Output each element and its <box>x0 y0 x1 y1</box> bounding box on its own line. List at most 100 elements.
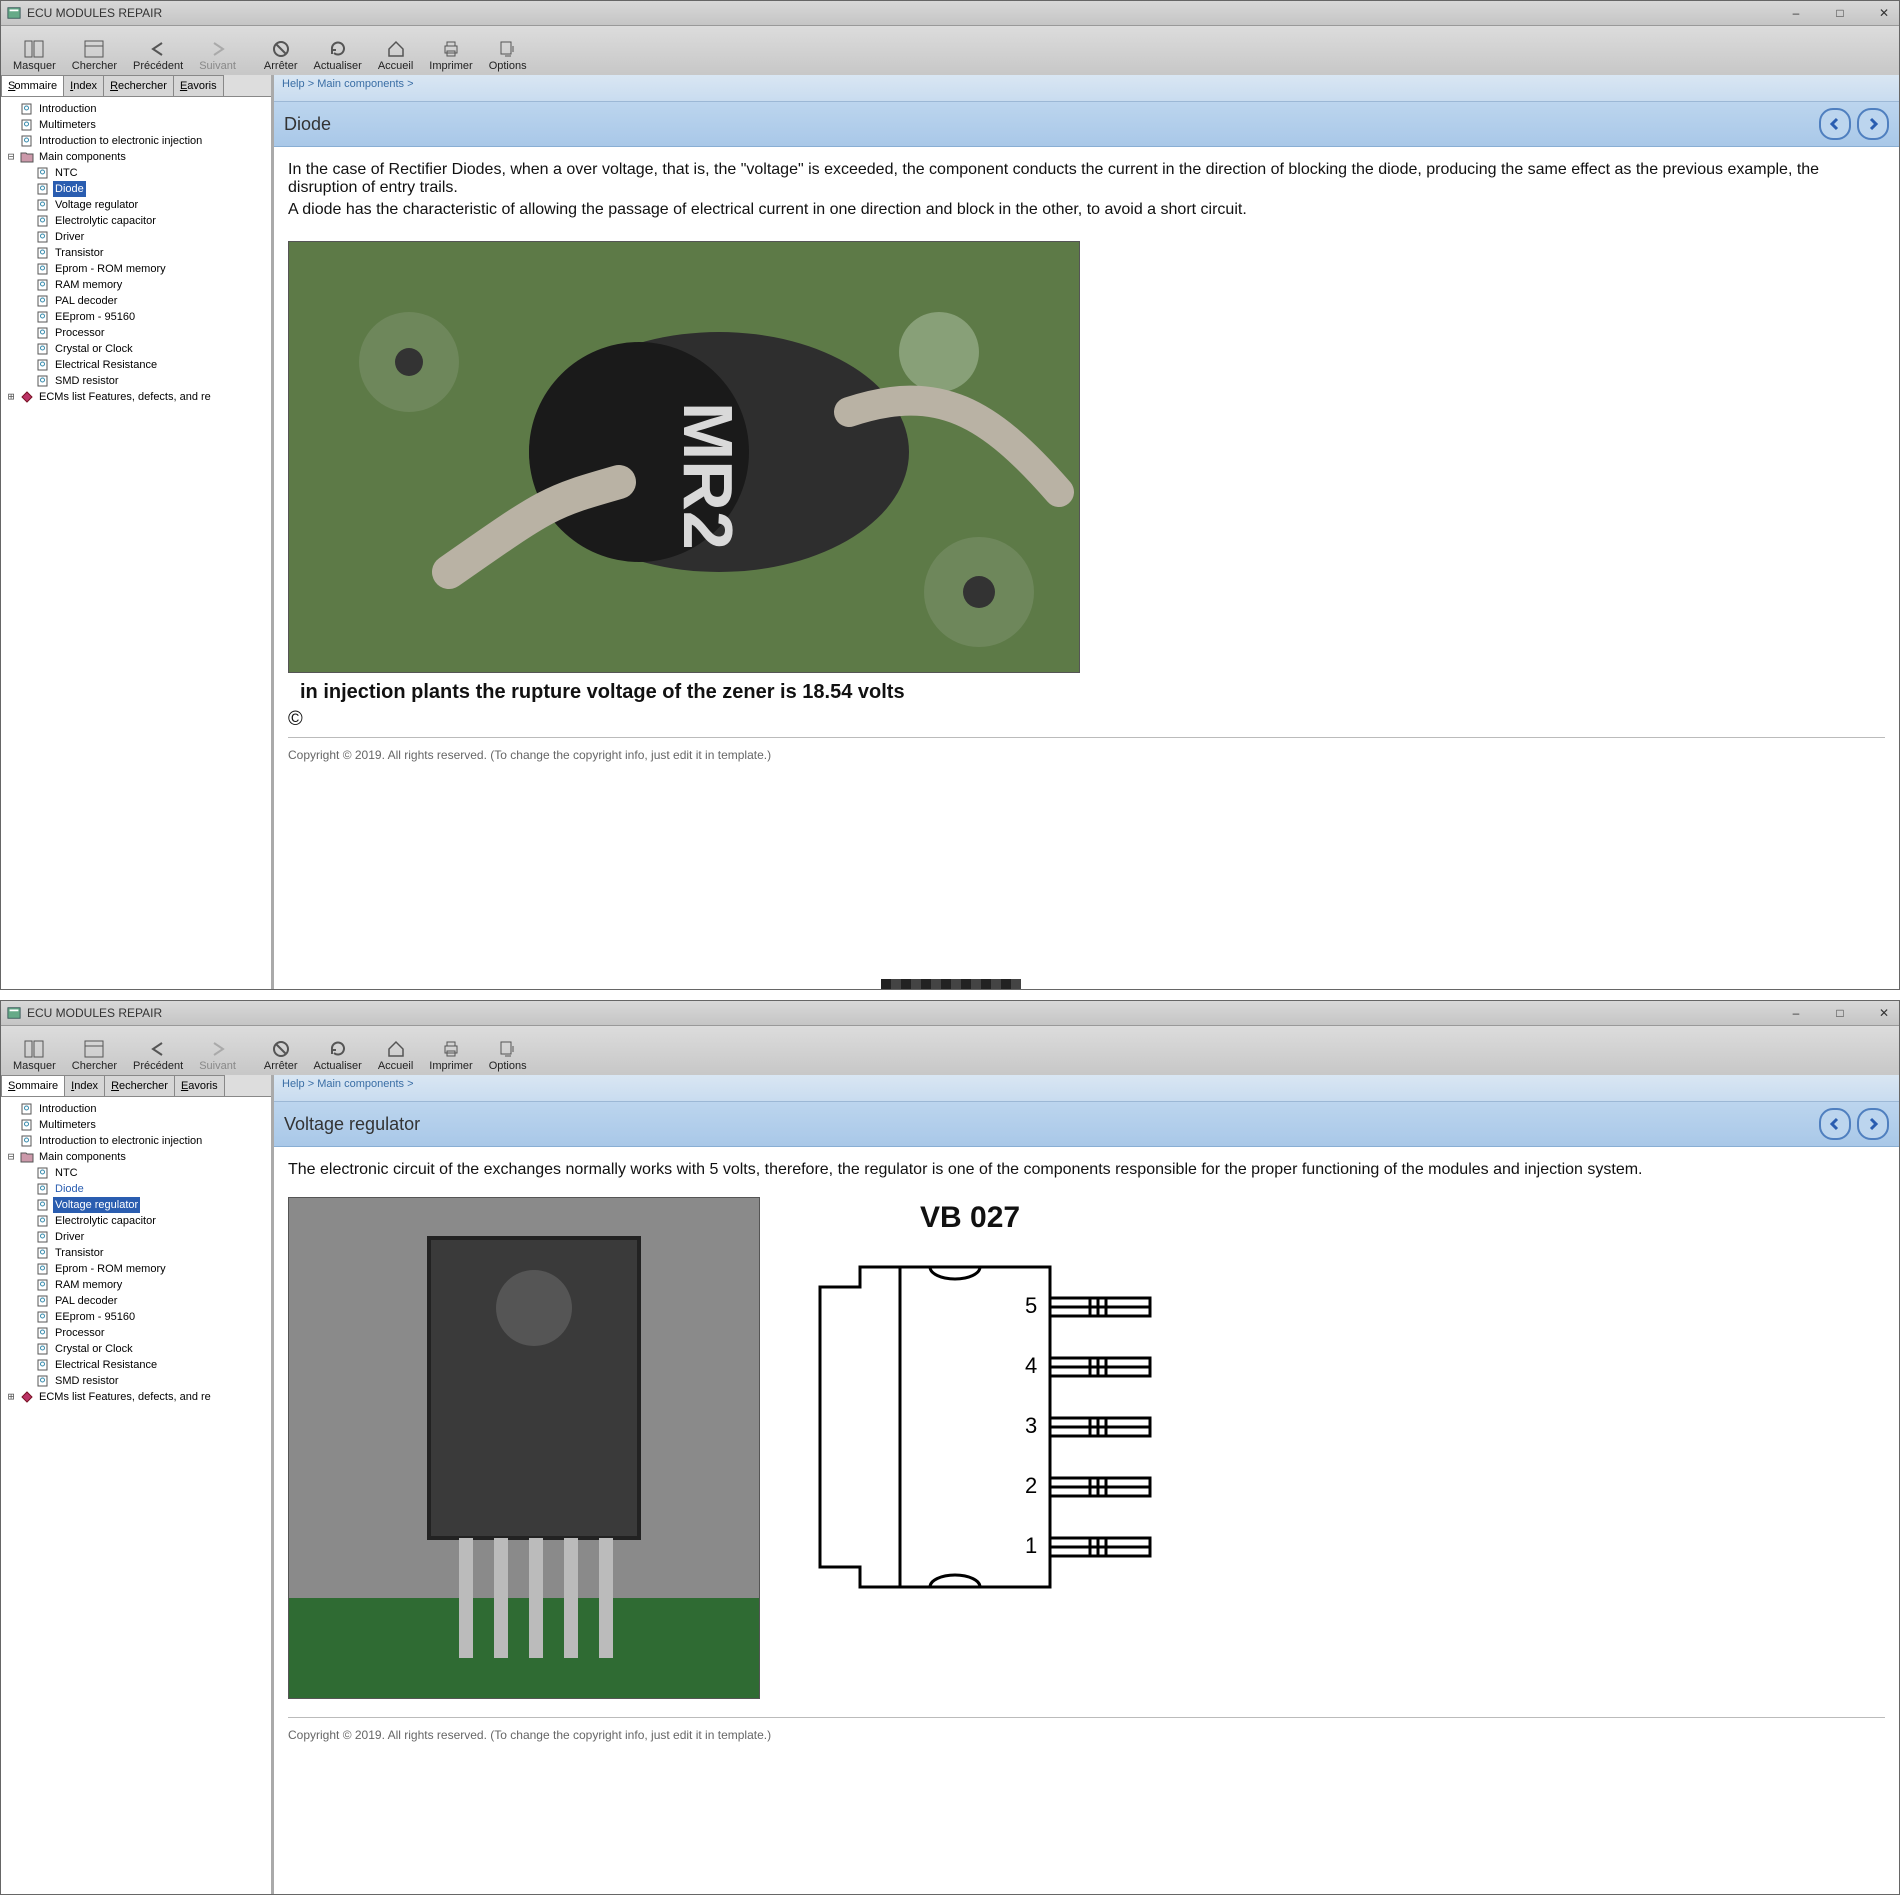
tree-item[interactable]: Transistor <box>19 245 269 261</box>
toolbar-print-button[interactable]: Imprimer <box>421 38 480 74</box>
tab-favoris[interactable]: Eavoris <box>174 1075 225 1096</box>
tree-item[interactable]: RAM memory <box>19 1277 269 1293</box>
next-topic-button[interactable] <box>1857 1108 1889 1140</box>
tree-item[interactable]: Electrical Resistance <box>19 357 269 373</box>
toolbar-options-button[interactable]: Options <box>481 38 535 74</box>
toolbar-home-button[interactable]: Accueil <box>370 38 421 74</box>
tree-item[interactable]: Eprom - ROM memory <box>19 261 269 277</box>
tree-item[interactable]: SMD resistor <box>19 373 269 389</box>
tree-item[interactable]: Electrical Resistance <box>19 1357 269 1373</box>
page-title-bar: Diode <box>274 102 1899 147</box>
print-icon <box>441 40 461 58</box>
window-close-button[interactable]: ✕ <box>1875 1006 1893 1020</box>
toolbar-back-button[interactable]: Précédent <box>125 1038 191 1074</box>
window-close-button[interactable]: ✕ <box>1875 6 1893 20</box>
svg-text:5: 5 <box>1025 1293 1037 1318</box>
hide-panel-icon <box>24 40 44 58</box>
prev-topic-button[interactable] <box>1819 1108 1851 1140</box>
paragraph: In the case of Rectifier Diodes, when a … <box>288 161 1885 197</box>
tree-item[interactable]: Diode <box>19 1181 269 1197</box>
tree-item[interactable]: ⊟Main components <box>3 1149 269 1165</box>
tree-item[interactable]: Multimeters <box>3 1117 269 1133</box>
window-maximize-button[interactable]: □ <box>1831 1006 1849 1020</box>
tree-item[interactable]: Processor <box>19 325 269 341</box>
toolbar-forward-button: Suivant <box>191 38 244 74</box>
toolbar: Masquer Chercher Précédent Suivant Arrêt… <box>1 1026 1899 1077</box>
tab-summary[interactable]: Sdocument.currentScript.previousElementS… <box>1 75 64 96</box>
tree-item[interactable]: RAM memory <box>19 277 269 293</box>
tree-item[interactable]: Crystal or Clock <box>19 1341 269 1357</box>
toolbar-stop-button[interactable]: Arrêter <box>256 1038 306 1074</box>
tab-search[interactable]: Rechercher <box>104 1075 175 1096</box>
tab-favoris[interactable]: Eavoris <box>173 75 224 96</box>
tree-item[interactable]: Processor <box>19 1325 269 1341</box>
breadcrumb-help[interactable]: Help <box>282 1078 305 1090</box>
figure-caption: in injection plants the rupture voltage … <box>300 681 1885 704</box>
tree-item[interactable]: Eprom - ROM memory <box>19 1261 269 1277</box>
toolbar-stop-button[interactable]: Arrêter <box>256 38 306 74</box>
tab-index[interactable]: Index <box>64 1075 105 1096</box>
chip-label: VB 027 <box>920 1201 1020 1235</box>
tree-item[interactable]: Crystal or Clock <box>19 341 269 357</box>
topic-tree[interactable]: IntroductionMultimetersIntroduction to e… <box>1 1097 271 1894</box>
tree-item[interactable]: Transistor <box>19 1245 269 1261</box>
breadcrumb-help[interactable]: Help <box>282 78 305 90</box>
toolbar-back-button[interactable]: Précédent <box>125 38 191 74</box>
tree-item[interactable]: Voltage regulator <box>19 197 269 213</box>
toolbar-hide-button[interactable]: Masquer <box>5 1038 64 1074</box>
hide-panel-icon <box>24 1040 44 1058</box>
diode-photo: MR2 <box>288 241 1080 673</box>
document-body[interactable]: In the case of Rectifier Diodes, when a … <box>274 147 1899 989</box>
next-topic-button[interactable] <box>1857 108 1889 140</box>
content-panel: Help > Main components > Voltage regulat… <box>274 1075 1899 1894</box>
search-panel-icon <box>84 40 104 58</box>
toolbar-search-button[interactable]: Chercher <box>64 1038 125 1074</box>
tab-summary[interactable]: Sommaire <box>1 1075 65 1096</box>
breadcrumb: Help > Main components > <box>274 75 1899 102</box>
tree-item[interactable]: Electrolytic capacitor <box>19 213 269 229</box>
tree-item[interactable]: Introduction to electronic injection <box>3 1133 269 1149</box>
tree-item[interactable]: ⊞ECMs list Features, defects, and re <box>3 389 269 405</box>
tab-index[interactable]: Index <box>63 75 104 96</box>
toolbar-refresh-button[interactable]: Actualiser <box>306 1038 370 1074</box>
tree-item[interactable]: PAL decoder <box>19 1293 269 1309</box>
tree-item[interactable]: SMD resistor <box>19 1373 269 1389</box>
prev-topic-button[interactable] <box>1819 108 1851 140</box>
document-body[interactable]: The electronic circuit of the exchanges … <box>274 1147 1899 1894</box>
tree-item[interactable]: Introduction <box>3 1101 269 1117</box>
tree-item[interactable]: EEprom - 95160 <box>19 309 269 325</box>
tree-item[interactable]: Introduction to electronic injection <box>3 133 269 149</box>
tree-item[interactable]: NTC <box>19 1165 269 1181</box>
tree-item[interactable]: Driver <box>19 229 269 245</box>
window-minimize-button[interactable]: – <box>1787 6 1805 20</box>
options-icon <box>498 40 518 58</box>
toolbar-search-button[interactable]: Chercher <box>64 38 125 74</box>
tree-item[interactable]: Voltage regulator <box>19 1197 269 1213</box>
toolbar-options-button[interactable]: Options <box>481 1038 535 1074</box>
tree-item[interactable]: EEprom - 95160 <box>19 1309 269 1325</box>
tree-item[interactable]: ⊞ECMs list Features, defects, and re <box>3 1389 269 1405</box>
tree-item[interactable]: NTC <box>19 165 269 181</box>
toolbar-home-button[interactable]: Accueil <box>370 1038 421 1074</box>
stop-icon <box>271 40 291 58</box>
tree-item[interactable]: Multimeters <box>3 117 269 133</box>
breadcrumb-main-components[interactable]: Main components <box>317 1078 404 1090</box>
tree-item[interactable]: Electrolytic capacitor <box>19 1213 269 1229</box>
breadcrumb-main-components[interactable]: Main components <box>317 78 404 90</box>
topic-tree[interactable]: IntroductionMultimetersIntroduction to e… <box>1 97 271 989</box>
window-minimize-button[interactable]: – <box>1787 1006 1805 1020</box>
toolbar-refresh-button[interactable]: Actualiser <box>306 38 370 74</box>
divider <box>288 1717 1885 1718</box>
tree-item[interactable]: ⊟Main components <box>3 149 269 165</box>
tree-item[interactable]: PAL decoder <box>19 293 269 309</box>
window-maximize-button[interactable]: □ <box>1831 6 1849 20</box>
tab-search[interactable]: Rechercher <box>103 75 174 96</box>
tree-item[interactable]: Driver <box>19 1229 269 1245</box>
tree-item[interactable]: Introduction <box>3 101 269 117</box>
refresh-icon <box>328 1040 348 1058</box>
toolbar-print-button[interactable]: Imprimer <box>421 1038 480 1074</box>
toolbar-hide-button[interactable]: Masquer <box>5 38 64 74</box>
svg-text:1: 1 <box>1025 1533 1037 1558</box>
toolbar: Masquer Chercher Précédent Suivant Arrêt… <box>1 26 1899 77</box>
tree-item[interactable]: Diode <box>19 181 269 197</box>
